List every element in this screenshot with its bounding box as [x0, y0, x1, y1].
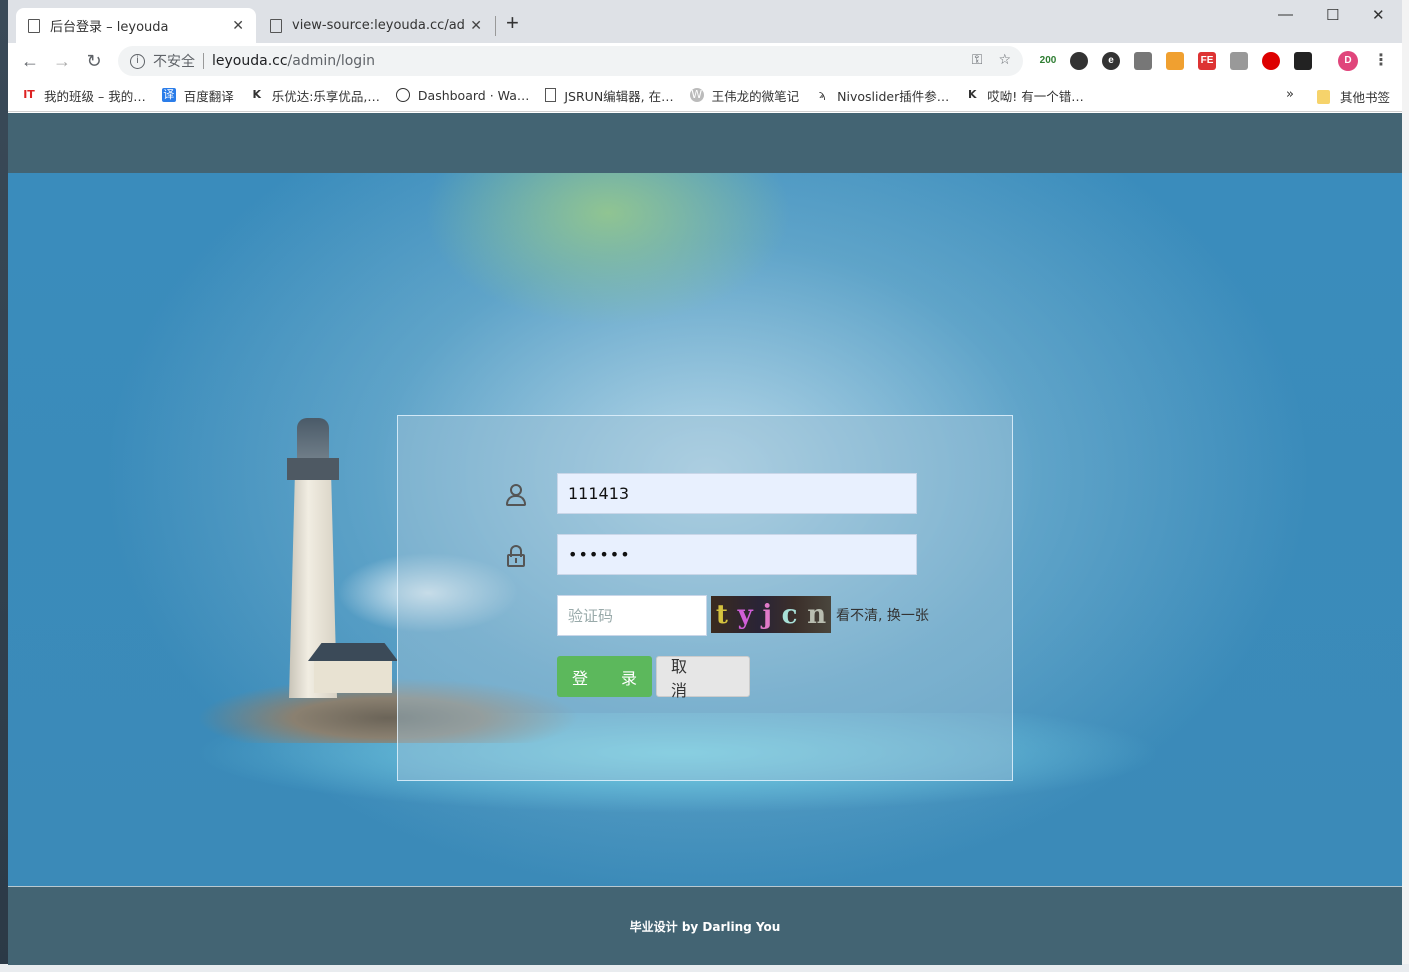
minimize-button[interactable]: — [1278, 6, 1293, 23]
page-footer: 毕业设计 by Darling You [8, 886, 1402, 965]
extension-icon[interactable] [1070, 52, 1088, 70]
bookmark-label: Dashboard · Wa… [417, 87, 530, 103]
login-form: 111413 •••••• 验证码 t y j c n 看不清, 换一张 登 录 [397, 415, 1013, 781]
url-path: /admin/login [287, 53, 375, 69]
bookmark-label: 哎呦! 有一个错… [987, 88, 1084, 104]
extension-icon[interactable]: e [1102, 52, 1120, 70]
extension-icon[interactable] [1230, 52, 1248, 70]
bookmark-item[interactable]: JSRUN编辑器, 在… [545, 86, 674, 105]
back-arrow-icon[interactable]: ← [14, 51, 46, 72]
star-icon[interactable]: ☆ [998, 52, 1011, 68]
user-icon [504, 483, 528, 507]
opera-icon[interactable] [1262, 52, 1280, 70]
browser-toolbar: ← → ↻ i 不安全 leyouda.cc/admin/login ⚿ ☆ 2… [8, 43, 1402, 79]
desktop-edge-left [0, 0, 8, 972]
address-bar[interactable]: i 不安全 leyouda.cc/admin/login ⚿ ☆ [118, 46, 1023, 76]
menu-icon[interactable]: ⋮ [1372, 52, 1390, 70]
cancel-button[interactable]: 取 消 [656, 656, 750, 700]
captcha-char: j [762, 599, 772, 630]
fe-extension-icon[interactable]: FE [1198, 52, 1216, 70]
translate-icon: 译 [161, 88, 176, 102]
bookmarks-overflow-button[interactable]: » [1286, 87, 1294, 102]
login-button[interactable]: 登 录 [557, 656, 652, 697]
captcha-input[interactable]: 验证码 [557, 595, 707, 636]
password-input[interactable]: •••••• [557, 534, 917, 575]
bookmark-label: 百度翻译 [183, 88, 234, 104]
bookmarks-bar: IT 我的班级 – 我的… 译 百度翻译 K 乐优达:乐享优品,… Dashbo… [8, 79, 1402, 112]
close-window-button[interactable]: ✕ [1372, 6, 1385, 24]
k-logo-icon: K [967, 88, 977, 101]
clock-icon [395, 88, 410, 102]
captcha-char: t [715, 599, 728, 630]
page-icon [545, 88, 557, 102]
close-icon[interactable]: ✕ [232, 18, 244, 34]
divider [203, 53, 204, 69]
bookmark-label: 我的班级 – 我的… [44, 88, 146, 104]
url-host: leyouda.cc [212, 53, 288, 69]
captcha-image[interactable]: t y j c n [711, 596, 831, 633]
tab-label: view-source:leyouda.cc/admin/ [292, 18, 465, 33]
bookmark-item[interactable]: K 乐优达:乐享优品,… [250, 86, 380, 105]
tab-strip: 后台登录 – leyouda ✕ view-source:leyouda.cc/… [8, 0, 1402, 43]
other-bookmarks-folder[interactable]: 其他书签 [1316, 87, 1390, 106]
login-page: 111413 •••••• 验证码 t y j c n 看不清, 换一张 登 录 [8, 113, 1402, 965]
k-logo-icon: K [252, 88, 261, 101]
new-tab-button[interactable]: + [506, 12, 519, 34]
bookmark-item[interactable]: IT 我的班级 – 我的… [22, 86, 146, 105]
tab-view-source[interactable]: view-source:leyouda.cc/admin/ ✕ [258, 8, 496, 43]
extension-icon[interactable] [1294, 52, 1312, 70]
page-icon [28, 18, 40, 33]
captcha-char: c [781, 599, 798, 630]
browser-window: 后台登录 – leyouda ✕ view-source:leyouda.cc/… [8, 0, 1402, 965]
captcha-char: n [807, 599, 827, 630]
background-scene: 111413 •••••• 验证码 t y j c n 看不清, 换一张 登 录 [8, 173, 1402, 886]
maximize-button[interactable]: ☐ [1326, 6, 1339, 24]
refresh-captcha-link[interactable]: 看不清, 换一张 [836, 605, 929, 625]
bookmark-favicon: IT [23, 88, 35, 101]
security-label: 不安全 [153, 54, 195, 70]
bookmark-item[interactable]: 译 百度翻译 [161, 86, 234, 105]
bookmark-item[interactable]: W 王伟龙的微笔记 [689, 86, 800, 105]
folder-icon [1316, 89, 1330, 104]
other-bookmarks-label: 其他书签 [1339, 90, 1390, 105]
desktop-edge-right [1401, 0, 1409, 972]
tab-admin-login[interactable]: 后台登录 – leyouda ✕ [16, 8, 256, 43]
page-header [8, 113, 1402, 173]
key-icon[interactable]: ⚿ [972, 52, 983, 68]
forward-arrow-icon[interactable]: → [46, 51, 78, 72]
bookmark-label: 乐优达:乐享优品,… [271, 88, 380, 104]
extension-badge[interactable]: 200 [1036, 52, 1060, 70]
camera-icon[interactable] [1134, 52, 1152, 70]
captcha-char: y [737, 599, 753, 630]
bookmark-item[interactable]: Dashboard · Wa… [395, 87, 530, 103]
bookmark-item[interactable]: ϡ Nivoslider插件参… [815, 86, 950, 105]
lock-icon [504, 544, 528, 568]
username-input[interactable]: 111413 [557, 473, 917, 514]
reload-icon[interactable]: ↻ [78, 51, 110, 72]
bookmark-item[interactable]: K 哎呦! 有一个错… [965, 86, 1084, 105]
close-icon[interactable]: ✕ [470, 18, 482, 34]
footer-text: 毕业设计 by Darling You [629, 919, 781, 934]
info-icon[interactable]: i [130, 53, 145, 69]
bookmark-label: JSRUN编辑器, 在… [564, 88, 674, 104]
page-icon [270, 18, 282, 33]
w-circle-icon: W [689, 88, 704, 102]
desktop-taskbar-edge [0, 964, 1409, 972]
bookmark-label: 王伟龙的微笔记 [711, 88, 800, 104]
feather-icon: ϡ [818, 88, 826, 101]
profile-avatar[interactable]: D [1338, 51, 1358, 71]
tab-label: 后台登录 – leyouda [50, 20, 169, 35]
house-illustration [308, 643, 398, 693]
extension-icon[interactable] [1166, 52, 1184, 70]
bookmark-label: Nivoslider插件参… [837, 88, 950, 104]
